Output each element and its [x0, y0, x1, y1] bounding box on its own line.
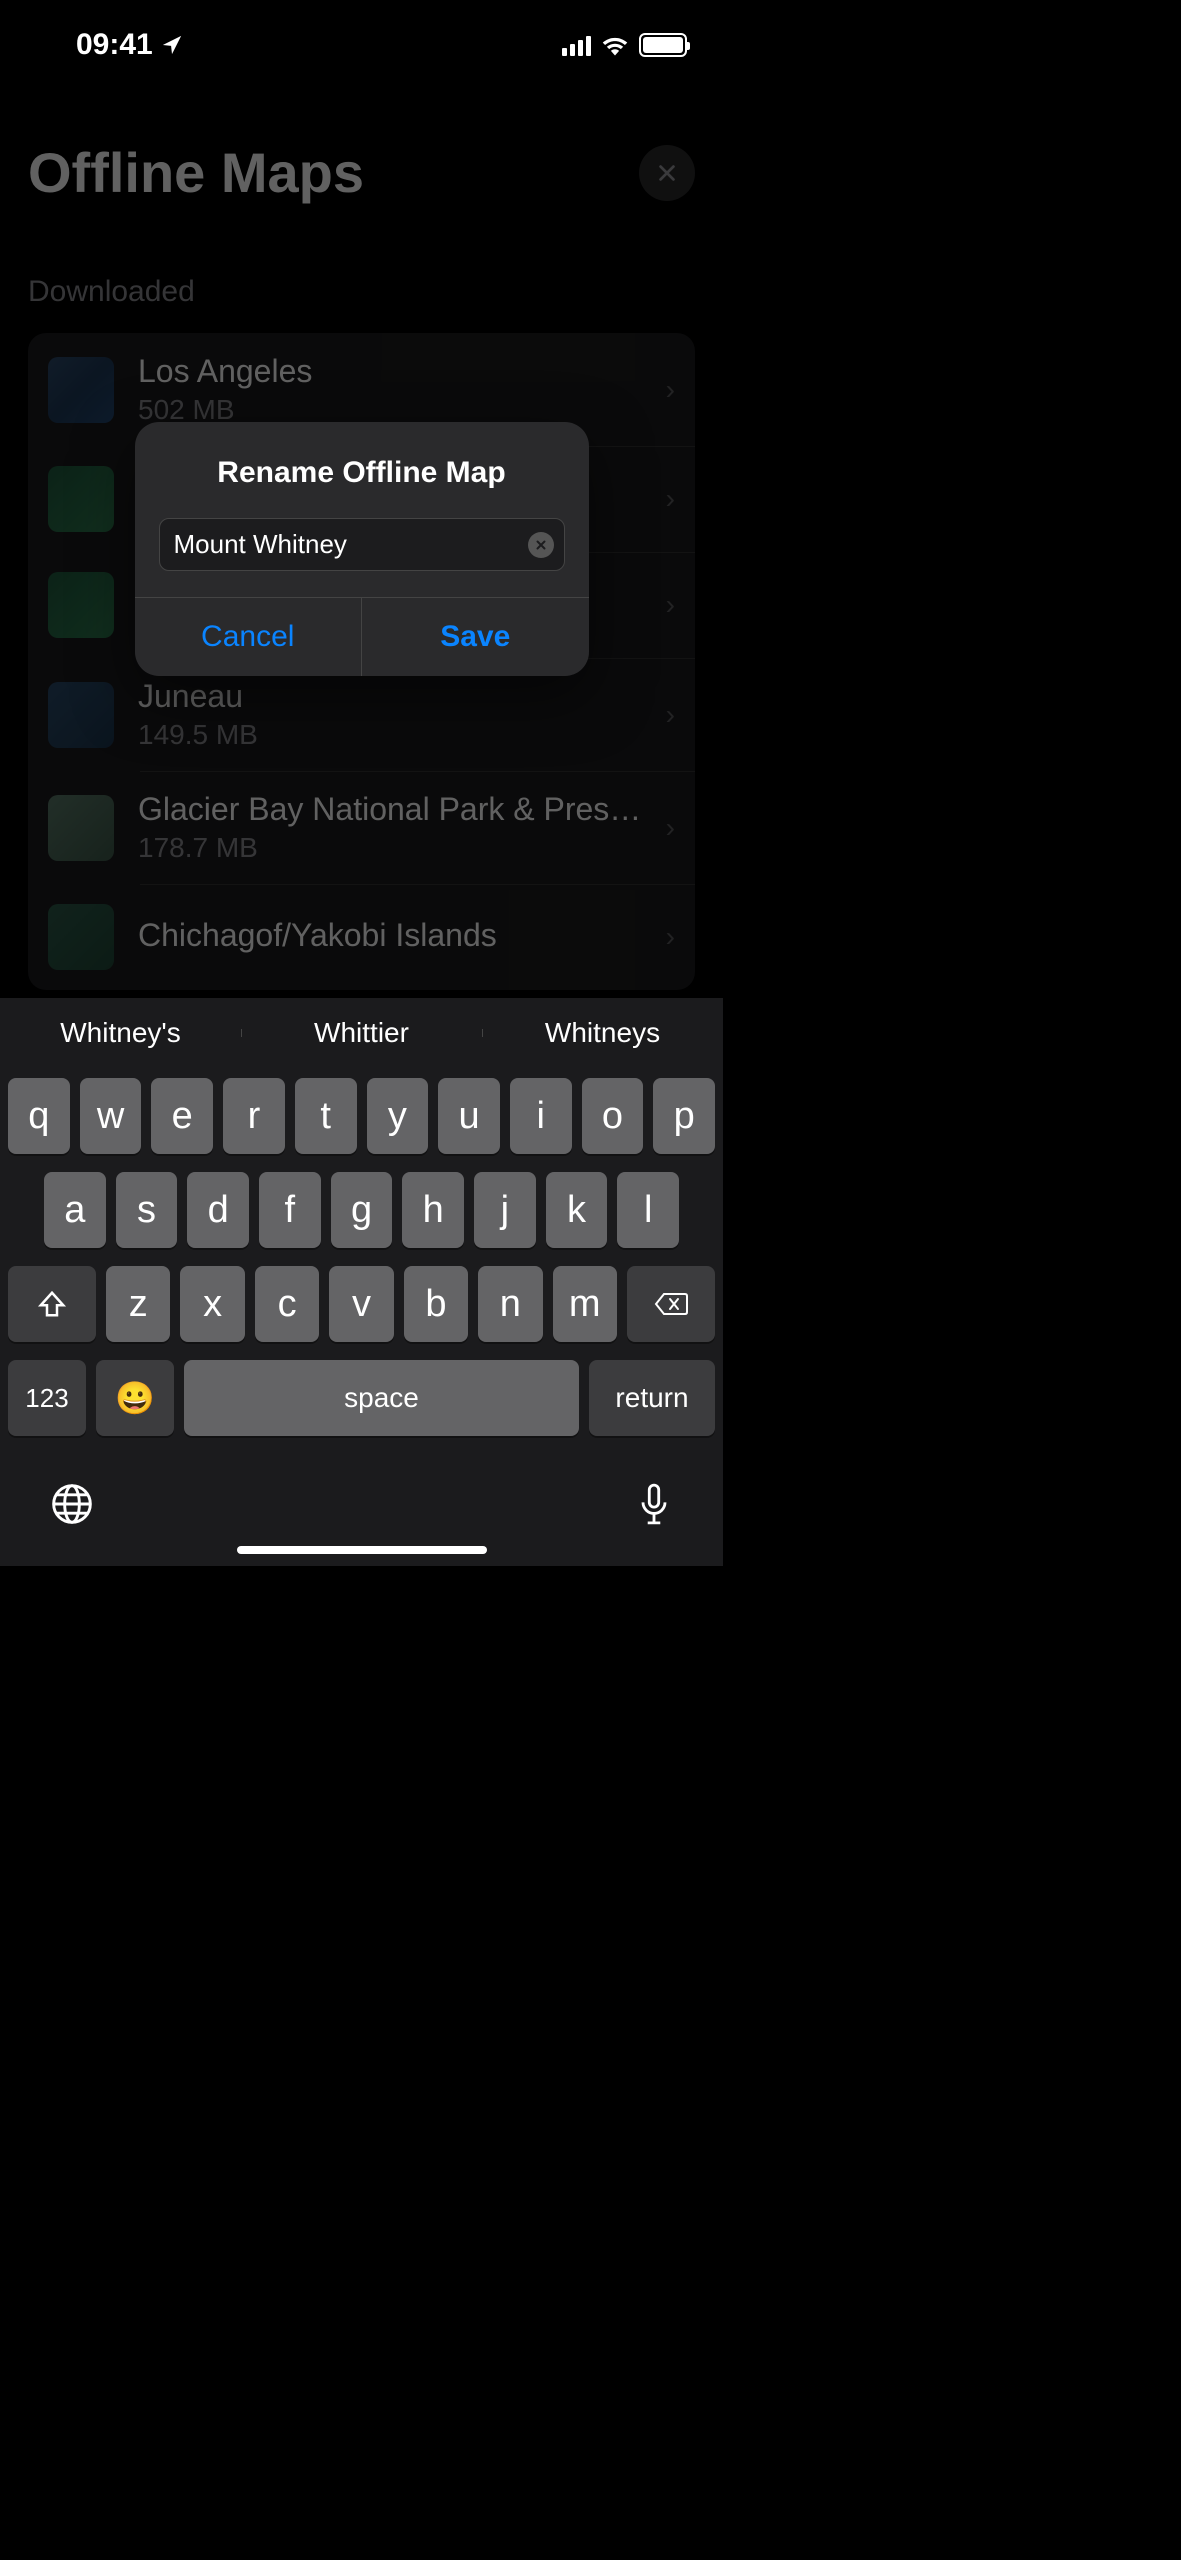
chevron-right-icon: ›: [666, 589, 675, 621]
backspace-key[interactable]: [627, 1266, 715, 1342]
suggestion[interactable]: Whittier: [241, 1017, 482, 1049]
space-key[interactable]: space: [184, 1360, 579, 1436]
suggestion[interactable]: Whitney's: [0, 1017, 241, 1049]
map-size: 149.5 MB: [138, 719, 642, 751]
key-q[interactable]: q: [8, 1078, 70, 1154]
key-b[interactable]: b: [404, 1266, 468, 1342]
status-icons: [562, 33, 687, 57]
cancel-button[interactable]: Cancel: [135, 598, 362, 676]
chevron-right-icon: ›: [666, 483, 675, 515]
numeric-key[interactable]: 123: [8, 1360, 86, 1436]
close-icon: [535, 539, 547, 551]
key-d[interactable]: d: [187, 1172, 249, 1248]
key-v[interactable]: v: [329, 1266, 393, 1342]
keyboard-row-3: z x c v b n m: [8, 1266, 715, 1342]
map-thumbnail: [48, 795, 114, 861]
chevron-right-icon: ›: [666, 812, 675, 844]
chevron-right-icon: ›: [666, 699, 675, 731]
map-thumbnail: [48, 466, 114, 532]
status-bar: 09:41: [0, 0, 723, 90]
keyboard-row-4: 123 😀 space return: [8, 1360, 715, 1436]
map-name: Juneau: [138, 678, 642, 715]
keyboard-row-2: a s d f g h j k l: [8, 1172, 715, 1248]
key-a[interactable]: a: [44, 1172, 106, 1248]
close-button[interactable]: [639, 145, 695, 201]
rename-input[interactable]: [160, 519, 528, 570]
key-g[interactable]: g: [331, 1172, 393, 1248]
key-h[interactable]: h: [402, 1172, 464, 1248]
suggestion[interactable]: Whitneys: [482, 1017, 723, 1049]
keyboard-suggestions: Whitney's Whittier Whitneys: [0, 998, 723, 1068]
clock-time: 09:41: [76, 28, 153, 62]
map-thumbnail: [48, 357, 114, 423]
key-o[interactable]: o: [582, 1078, 644, 1154]
page-title: Offline Maps: [28, 140, 364, 205]
shift-key[interactable]: [8, 1266, 96, 1342]
cellular-signal-icon: [562, 34, 591, 56]
shift-icon: [37, 1289, 67, 1319]
key-m[interactable]: m: [553, 1266, 617, 1342]
map-thumbnail: [48, 572, 114, 638]
key-x[interactable]: x: [180, 1266, 244, 1342]
mic-icon[interactable]: [635, 1482, 673, 1526]
keyboard-row-1: q w e r t y u i o p: [8, 1078, 715, 1154]
dialog-title: Rename Offline Map: [135, 422, 589, 518]
map-size: 178.7 MB: [138, 832, 642, 864]
chevron-right-icon: ›: [666, 374, 675, 406]
emoji-icon: 😀: [115, 1379, 155, 1417]
wifi-icon: [601, 34, 629, 56]
map-thumbnail: [48, 904, 114, 970]
rename-dialog: Rename Offline Map Cancel Save: [135, 422, 589, 676]
key-p[interactable]: p: [653, 1078, 715, 1154]
key-w[interactable]: w: [80, 1078, 142, 1154]
key-e[interactable]: e: [151, 1078, 213, 1154]
chevron-right-icon: ›: [666, 921, 675, 953]
map-row[interactable]: Chichagof/Yakobi Islands ›: [28, 884, 695, 990]
key-c[interactable]: c: [255, 1266, 319, 1342]
save-button[interactable]: Save: [361, 598, 589, 676]
home-indicator[interactable]: [237, 1546, 487, 1554]
backspace-icon: [654, 1291, 688, 1317]
battery-icon: [639, 33, 687, 57]
key-t[interactable]: t: [295, 1078, 357, 1154]
map-thumbnail: [48, 682, 114, 748]
emoji-key[interactable]: 😀: [96, 1360, 174, 1436]
key-z[interactable]: z: [106, 1266, 170, 1342]
status-time: 09:41: [36, 28, 183, 62]
location-services-icon: [161, 34, 183, 56]
key-j[interactable]: j: [474, 1172, 536, 1248]
key-y[interactable]: y: [367, 1078, 429, 1154]
keyboard: Whitney's Whittier Whitneys q w e r t y …: [0, 998, 723, 1566]
key-k[interactable]: k: [546, 1172, 608, 1248]
map-name: Chichagof/Yakobi Islands: [138, 917, 642, 954]
section-downloaded-label: Downloaded: [28, 275, 695, 309]
map-name: Los Angeles: [138, 353, 642, 390]
key-u[interactable]: u: [438, 1078, 500, 1154]
keyboard-bottom-bar: [0, 1454, 723, 1536]
map-row[interactable]: Glacier Bay National Park & Preser… 178.…: [28, 771, 695, 884]
dialog-buttons: Cancel Save: [135, 597, 589, 676]
close-icon: [656, 162, 678, 184]
key-r[interactable]: r: [223, 1078, 285, 1154]
return-key[interactable]: return: [589, 1360, 715, 1436]
rename-field-wrapper: [159, 518, 565, 571]
globe-icon[interactable]: [50, 1482, 94, 1526]
clear-input-button[interactable]: [528, 532, 554, 558]
key-l[interactable]: l: [617, 1172, 679, 1248]
key-n[interactable]: n: [478, 1266, 542, 1342]
key-f[interactable]: f: [259, 1172, 321, 1248]
map-name: Glacier Bay National Park & Preser…: [138, 791, 642, 828]
key-s[interactable]: s: [116, 1172, 178, 1248]
key-i[interactable]: i: [510, 1078, 572, 1154]
